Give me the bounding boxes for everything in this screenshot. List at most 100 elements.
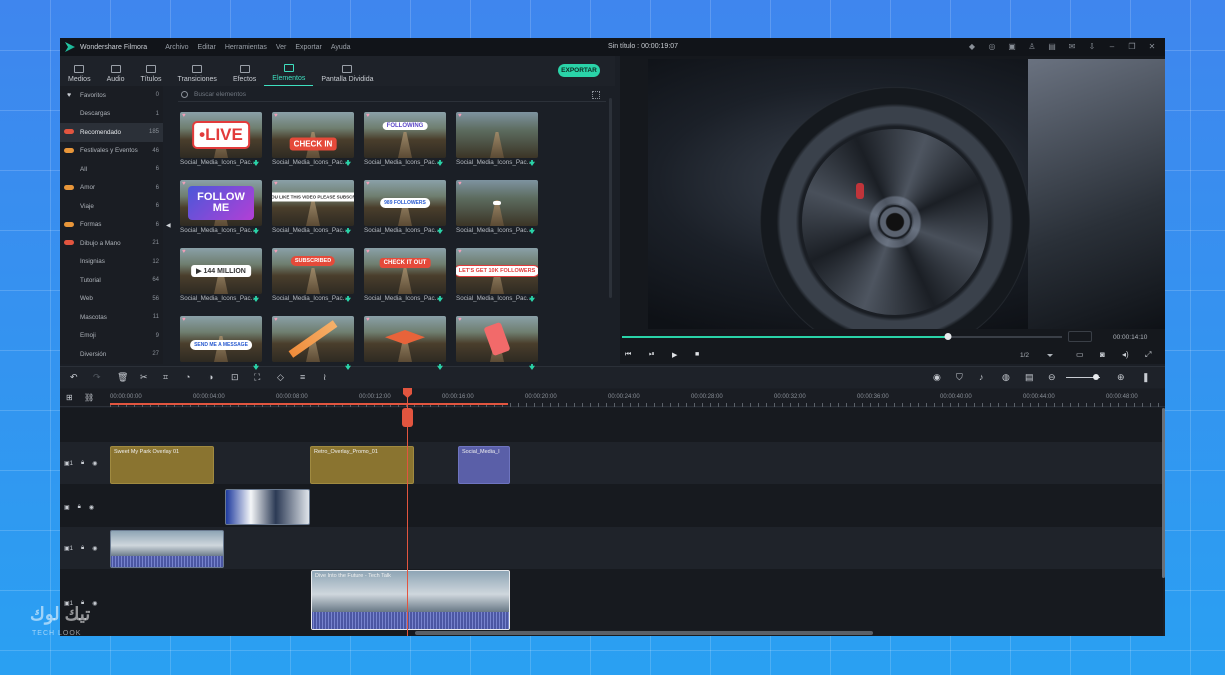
element-card[interactable]: IF YOU LIKE THIS VIDEO PLEASE SUBSCRIBE ♥…	[272, 180, 354, 236]
favorite-icon[interactable]: ♥	[182, 181, 186, 187]
favorite-icon[interactable]: ♥	[458, 181, 462, 187]
preview-progress-bar[interactable]	[622, 333, 1062, 340]
sidebar-item-8[interactable]: Dibujo a Mano 21	[60, 234, 163, 253]
mail-icon[interactable]: ✉	[1067, 41, 1077, 52]
favorite-icon[interactable]: ♥	[458, 249, 462, 255]
sidebar-item-14[interactable]: Diversión 27	[60, 345, 163, 364]
minimize-icon[interactable]: –	[1107, 41, 1117, 52]
element-card[interactable]: •LIVE ♥ Social_Media_Icons_Pac...	[180, 112, 262, 168]
favorite-icon[interactable]: ♥	[366, 113, 370, 119]
visibility-icon[interactable]: ◉	[92, 545, 97, 552]
timeline-ruler[interactable]: ⊞ ⛓ 00:00:00:00 00:00:04:00 00:00:08:00 00:…	[60, 389, 1165, 407]
favorite-icon[interactable]: ♥	[182, 317, 186, 323]
menu-ver[interactable]: Ver	[276, 44, 287, 51]
favorite-icon[interactable]: ♥	[182, 249, 186, 255]
menu-herramientas[interactable]: Herramientas	[225, 44, 267, 51]
favorite-icon[interactable]: ♥	[366, 317, 370, 323]
clip-element[interactable]: Social_Media_I	[458, 446, 510, 484]
favorite-icon[interactable]: ♥	[274, 181, 278, 187]
element-card[interactable]: CHECK IN ♥ Social_Media_Icons_Pac...	[272, 112, 354, 168]
collapse-sidebar-icon[interactable]: ◀	[166, 222, 171, 229]
visibility-icon[interactable]: ◉	[89, 504, 94, 511]
grid-view-icon[interactable]	[592, 91, 600, 99]
favorite-icon[interactable]: ♥	[274, 317, 278, 323]
element-card[interactable]: ♥ Social_Media_Icons_Pac...	[456, 180, 538, 236]
sidebar-item-7[interactable]: Formas 6	[60, 216, 163, 235]
favorite-icon[interactable]: ♥	[182, 113, 186, 119]
clip-video-broll[interactable]	[225, 489, 310, 525]
menu-ayuda[interactable]: Ayuda	[331, 44, 351, 51]
element-card[interactable]: ♥	[456, 316, 538, 372]
element-card[interactable]: FOLLOWING ♥ Social_Media_Icons_Pac...	[364, 112, 446, 168]
sidebar-item-6[interactable]: Viaje 6	[60, 197, 163, 216]
clip-video-main[interactable]: Dive Into the Future - Tech Talk	[311, 570, 510, 630]
favorite-icon[interactable]: ♥	[366, 249, 370, 255]
voiceover-icon[interactable]: ◍	[1002, 372, 1010, 383]
prev-frame-icon[interactable]: ⏮	[625, 351, 631, 359]
element-card[interactable]: 989 FOLLOWERS ♥ Social_Media_Icons_Pac...	[364, 180, 446, 236]
sidebar-item-10[interactable]: Tutorial 64	[60, 271, 163, 290]
premium-icon[interactable]: ◆	[967, 41, 977, 52]
lock-icon[interactable]: 🔒︎	[78, 504, 81, 511]
waveform-icon[interactable]: ≀	[323, 372, 326, 383]
element-card[interactable]: ♥	[364, 316, 446, 372]
progress-knob[interactable]	[944, 333, 952, 340]
redo-icon[interactable]: ↷	[93, 372, 101, 383]
fit-icon[interactable]: ⛶	[254, 372, 260, 383]
sidebar-item-2[interactable]: Recomendado 185	[60, 123, 163, 142]
zoom-in-icon[interactable]: ⊕	[1117, 372, 1125, 383]
playhead-marker[interactable]	[402, 408, 413, 427]
visibility-icon[interactable]: ◉	[92, 460, 97, 467]
favorite-icon[interactable]: ♥	[458, 113, 462, 119]
playback-quality-select[interactable]: 1/2	[1020, 352, 1053, 359]
fullscreen-icon[interactable]: ⤢	[1145, 350, 1151, 360]
favorite-icon[interactable]: ♥	[274, 113, 278, 119]
element-card[interactable]: ▶ 144 MILLION ♥ Social_Media_Icons_Pac...	[180, 248, 262, 304]
add-track-icon[interactable]: ⊞	[66, 393, 73, 402]
element-card[interactable]: SEND ME A MESSAGE ♥	[180, 316, 262, 372]
favorite-icon[interactable]: ♥	[366, 181, 370, 187]
audio-mix-icon[interactable]: ≡	[300, 372, 305, 382]
search-input[interactable]: Buscar elementos	[194, 91, 246, 98]
sidebar-item-12[interactable]: Mascotas 11	[60, 308, 163, 327]
download-icon[interactable]: ⇩	[1087, 41, 1097, 52]
link-icon[interactable]: ⛓	[84, 393, 94, 402]
render-icon[interactable]: ◉	[933, 372, 941, 383]
menu-editar[interactable]: Editar	[198, 44, 216, 51]
volume-icon[interactable]: ◂)	[1122, 350, 1129, 359]
speed-icon[interactable]: ◔	[185, 372, 190, 382]
element-card[interactable]: SUBSCRIBED ♥ Social_Media_Icons_Pac...	[272, 248, 354, 304]
element-card[interactable]: ♥	[272, 316, 354, 372]
export-button[interactable]: EXPORTAR	[558, 64, 600, 77]
clip-overlay-1[interactable]: Sweet My Park Overlay 01	[110, 446, 214, 484]
tab-titulos[interactable]: Títulos	[132, 56, 169, 86]
lock-icon[interactable]: 🔒︎	[81, 460, 84, 467]
color-icon[interactable]: ◑	[208, 372, 213, 382]
pause-icon[interactable]: ❚	[1142, 372, 1150, 383]
zoom-slider-knob[interactable]	[1093, 374, 1099, 380]
element-card[interactable]: ♥ Social_Media_Icons_Pac...	[456, 112, 538, 168]
undo-icon[interactable]: ↶	[70, 372, 78, 383]
delete-icon[interactable]: 🗑︎	[117, 372, 128, 383]
lock-icon[interactable]: 🔒︎	[81, 545, 84, 552]
maximize-icon[interactable]: ❐	[1127, 41, 1137, 52]
timeline-vertical-scrollbar[interactable]	[1162, 408, 1165, 578]
sidebar-item-0[interactable]: ♥ Favoritos 0	[60, 86, 163, 105]
tab-audio[interactable]: Audio	[99, 56, 133, 86]
element-card[interactable]: CHECK IT OUT ♥ Social_Media_Icons_Pac...	[364, 248, 446, 304]
time-input-box[interactable]	[1068, 331, 1092, 342]
elements-scrollbar[interactable]	[609, 98, 612, 298]
snapshot-track-icon[interactable]: ▤	[1025, 372, 1034, 383]
crop-icon[interactable]: ⌗	[163, 372, 168, 383]
sidebar-item-5[interactable]: Amor 6	[60, 179, 163, 198]
element-card[interactable]: FOLLOW ME ♥ Social_Media_Icons_Pac...	[180, 180, 262, 236]
menu-archivo[interactable]: Archivo	[165, 44, 188, 51]
sidebar-item-11[interactable]: Web 56	[60, 290, 163, 309]
menu-exportar[interactable]: Exportar	[295, 44, 321, 51]
sidebar-item-9[interactable]: Insignias 12	[60, 253, 163, 272]
work-area-range[interactable]	[110, 403, 508, 405]
play-reverse-icon[interactable]: ⏯	[649, 351, 655, 359]
save-icon[interactable]: ▤	[1047, 41, 1057, 52]
keyframe-icon[interactable]: ◇	[277, 372, 284, 383]
tab-medios[interactable]: Medios	[60, 56, 99, 86]
